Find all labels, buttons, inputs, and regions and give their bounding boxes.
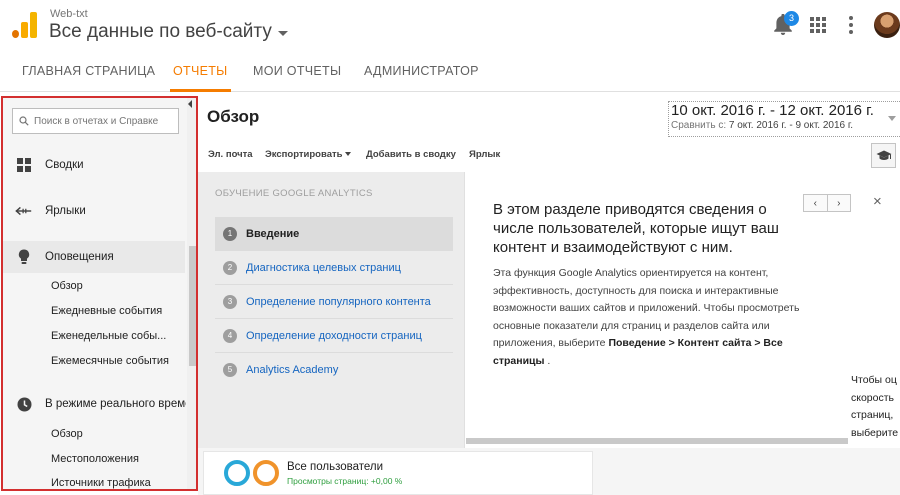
sidebar-item-label: Оповещения: [45, 251, 114, 263]
sidebar-item-dashboards[interactable]: Сводки: [3, 149, 185, 181]
close-icon[interactable]: ×: [873, 194, 882, 210]
date-range-picker[interactable]: 10 окт. 2016 г. - 12 окт. 2016 г. Сравни…: [668, 101, 900, 137]
sidebar-item-realtime[interactable]: В режиме реального времени: [3, 388, 186, 420]
step-number: 4: [223, 328, 237, 343]
more-vert-icon[interactable]: [848, 16, 854, 34]
onboarding-content-panel: В этом разделе приводятся сведения о чис…: [464, 172, 900, 448]
onboarding-overflow-text: Чтобы оц скорость страниц, выберите: [851, 372, 900, 442]
onboarding-steps-panel: ОБУЧЕНИЕ GOOGLE ANALYTICS 1 Введение 2 Д…: [198, 172, 464, 448]
step-number: 5: [223, 363, 237, 377]
compare-range: Сравнить с: 7 окт. 2016 г. - 9 окт. 2016…: [671, 120, 900, 131]
segment-title: Все пользователи: [287, 461, 384, 473]
report-toolbar: Эл. почта Экспортировать Добавить в свод…: [198, 141, 900, 169]
sidebar-subitem-daily-events[interactable]: Ежедневные события: [51, 305, 162, 317]
step-number: 3: [223, 294, 237, 309]
segment-ring-icon: [253, 460, 279, 486]
step-label: Analytics Academy: [246, 364, 339, 376]
add-to-dashboard-button[interactable]: Добавить в сводку: [366, 149, 456, 160]
top-navigation: ГЛАВНАЯ СТРАНИЦА ОТЧЕТЫ МОИ ОТЧЕТЫ АДМИН…: [0, 52, 900, 92]
app-header: Web-txt Все данные по веб-сайту 3: [0, 0, 900, 52]
tab-admin[interactable]: АДМИНИСТРАТОР: [364, 52, 479, 92]
lightbulb-icon: [15, 248, 33, 266]
avatar[interactable]: [874, 12, 900, 38]
sidebar-subitem-locations[interactable]: Местоположения: [51, 453, 139, 465]
onboarding-title: В этом разделе приводятся сведения о чис…: [493, 201, 779, 256]
tab-reports[interactable]: ОТЧЕТЫ: [170, 52, 231, 92]
onboarding-step[interactable]: 3 Определение популярного контента: [215, 285, 453, 319]
date-caret-down-icon[interactable]: [888, 116, 896, 121]
onboarding-heading: ОБУЧЕНИЕ GOOGLE ANALYTICS: [215, 188, 373, 199]
property-name: Все данные по веб-сайту: [49, 21, 272, 42]
onboarding-step[interactable]: 2 Диагностика целевых страниц: [215, 251, 453, 285]
collapse-sidebar-icon[interactable]: [188, 100, 192, 108]
sidebar-item-alerts[interactable]: Оповещения: [3, 241, 185, 273]
segment-card[interactable]: Все пользователи Просмотры страниц: +0,0…: [203, 451, 593, 495]
step-number: 1: [223, 226, 237, 241]
step-label: Определение популярного контента: [246, 295, 431, 308]
next-button[interactable]: ›: [826, 195, 851, 211]
caret-down-icon: [345, 152, 352, 157]
search-icon: [19, 116, 29, 126]
shortcut-button[interactable]: Ярлык: [469, 149, 500, 160]
overflow-line: Чтобы оц: [851, 374, 897, 386]
property-selector[interactable]: Все данные по веб-сайту: [49, 21, 288, 43]
sidebar-scrollbar[interactable]: [189, 246, 196, 366]
date-range-value: 10 окт. 2016 г. - 12 окт. 2016 г.: [671, 102, 874, 119]
onboarding-horizontal-scrollbar[interactable]: [466, 438, 848, 444]
overflow-line: скорость: [851, 391, 895, 404]
sidebar-subitem-traffic-sources[interactable]: Источники трафика: [51, 477, 151, 489]
reports-sidebar: Сводки Ярлыки Оповещения Обзор Ежедневны…: [1, 96, 198, 491]
caret-down-icon: [277, 31, 288, 36]
export-button[interactable]: Экспортировать: [265, 149, 352, 160]
sidebar-subitem-weekly-events[interactable]: Еженедельные собы...: [51, 330, 166, 342]
analytics-logo-icon[interactable]: [12, 12, 38, 38]
segment-subtitle: Просмотры страниц: +0,00 %: [287, 476, 403, 486]
prev-button[interactable]: ‹: [804, 195, 827, 211]
step-label: Определение доходности страниц: [246, 329, 422, 342]
overflow-line: выберите: [851, 426, 899, 439]
onboarding-step[interactable]: 5 Analytics Academy: [215, 353, 453, 387]
sidebar-item-label: Ярлыки: [45, 205, 86, 217]
apps-grid-icon[interactable]: [810, 17, 826, 33]
sidebar-item-label: Сводки: [45, 159, 84, 171]
overflow-line: страниц,: [851, 409, 894, 421]
clock-icon: [15, 395, 33, 413]
notification-count-badge: 3: [784, 11, 799, 26]
sidebar-subitem-realtime-overview[interactable]: Обзор: [51, 428, 83, 440]
page-title: Обзор: [207, 107, 260, 126]
dashboard-grid-icon: [15, 156, 33, 174]
search-input[interactable]: [34, 115, 174, 127]
export-label: Экспортировать: [265, 149, 343, 160]
step-number: 2: [223, 260, 237, 275]
sidebar-item-label: В режиме реального времени: [45, 398, 186, 410]
step-label: Введение: [246, 227, 300, 240]
compare-range-value: 7 окт. 2016 г. - 9 окт. 2016 г.: [728, 120, 854, 131]
onboarding-body: Эта функция Google Analytics ориентирует…: [493, 265, 833, 370]
onboarding-step[interactable]: 4 Определение доходности страниц: [215, 319, 453, 353]
segment-ring-icon: [224, 460, 250, 486]
sidebar-item-shortcuts[interactable]: Ярлыки: [3, 195, 185, 227]
email-button[interactable]: Эл. почта: [208, 149, 253, 160]
onboarding-pager: ‹ ›: [803, 194, 851, 212]
onboarding-step[interactable]: 1 Введение: [215, 217, 453, 251]
shortcut-arrow-icon: [15, 202, 33, 220]
onboarding-body-end: .: [547, 354, 551, 367]
report-search[interactable]: [12, 108, 179, 134]
sidebar-subitem-alerts-overview[interactable]: Обзор: [51, 280, 83, 292]
academy-toggle-button[interactable]: [871, 143, 896, 168]
tab-my-reports[interactable]: МОИ ОТЧЕТЫ: [253, 52, 341, 92]
step-label: Диагностика целевых страниц: [246, 261, 401, 274]
sidebar-subitem-monthly-events[interactable]: Ежемесячные события: [51, 355, 169, 367]
graduation-cap-icon: [876, 150, 891, 160]
compare-label: Сравнить с:: [671, 120, 727, 131]
account-name: Web-txt: [50, 8, 88, 20]
tab-home[interactable]: ГЛАВНАЯ СТРАНИЦА: [22, 52, 155, 92]
report-main: Обзор 10 окт. 2016 г. - 12 окт. 2016 г. …: [198, 93, 900, 495]
